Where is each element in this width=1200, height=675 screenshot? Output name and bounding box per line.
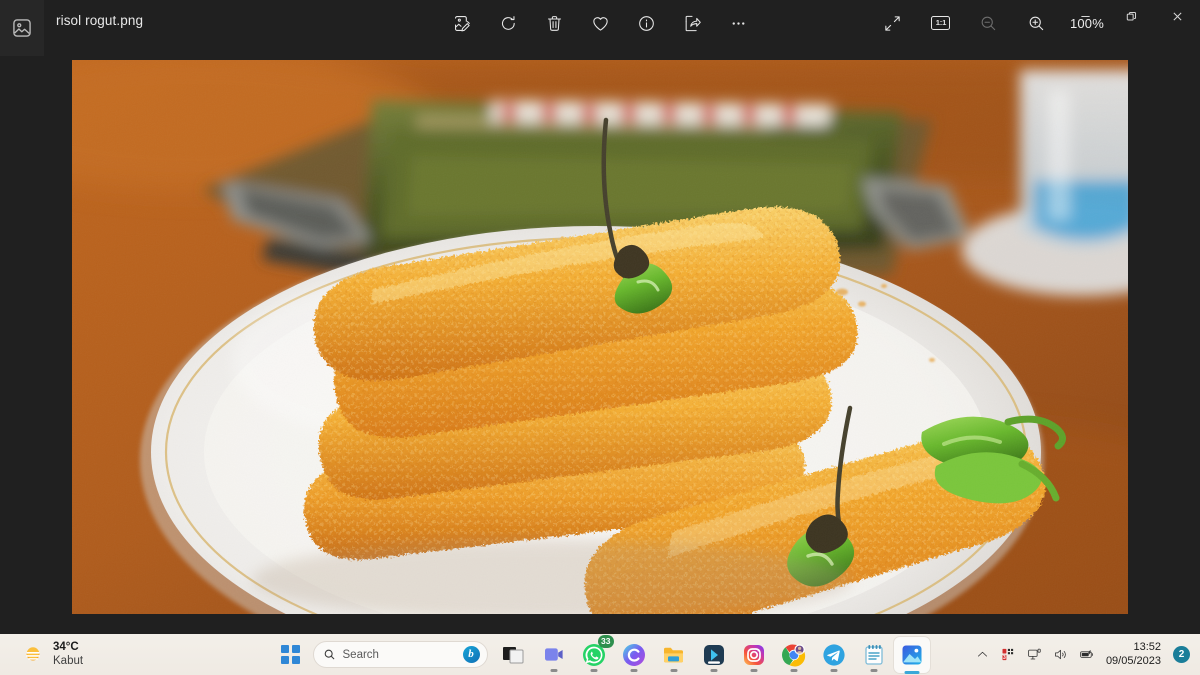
clock-time: 13:52 — [1133, 641, 1161, 654]
file-explorer-icon — [661, 642, 687, 668]
search-input[interactable]: Search b — [312, 641, 488, 668]
battery-tray-icon[interactable] — [1078, 646, 1095, 663]
running-indicator — [550, 669, 557, 672]
microsoft-teams-icon — [541, 642, 567, 668]
minimize-button[interactable] — [1062, 0, 1108, 32]
zoom-in-button[interactable] — [1020, 7, 1054, 39]
taskbar-item-google-chrome[interactable] — [774, 634, 814, 675]
photo-image[interactable] — [72, 60, 1128, 614]
running-indicator — [670, 669, 677, 672]
delete-button[interactable] — [537, 7, 571, 39]
one-to-one-icon: 1:1 — [931, 16, 951, 30]
info-button[interactable] — [629, 7, 663, 39]
taskbar-item-filmora[interactable] — [694, 634, 734, 675]
zoom-out-icon — [982, 16, 996, 30]
taskbar-item-instagram[interactable] — [734, 634, 774, 675]
photos-app-icon — [11, 17, 33, 39]
clock-widget[interactable]: 13:52 09/05/2023 — [1106, 641, 1161, 667]
favorite-button[interactable] — [583, 7, 617, 39]
network-tray-icon[interactable] — [1026, 646, 1043, 663]
share-button[interactable] — [675, 7, 709, 39]
photos-app-window: risol rogut.png 1:1 100% — [0, 0, 1200, 634]
more-options-button[interactable] — [721, 7, 755, 39]
taskbar-item-copilot[interactable] — [614, 634, 654, 675]
windows-logo-icon — [281, 645, 300, 664]
photos-taskbar-icon — [899, 642, 925, 668]
zoom-out-button[interactable] — [972, 7, 1006, 39]
minimize-icon — [1080, 15, 1090, 17]
bing-copilot-icon[interactable]: b — [462, 646, 480, 663]
running-indicator — [750, 669, 757, 672]
telegram-icon — [821, 642, 847, 668]
search-icon — [324, 649, 334, 660]
close-button[interactable] — [1154, 0, 1200, 32]
heart-icon — [592, 16, 608, 31]
system-tray: 3 13:52 09/05/2023 2 — [974, 634, 1194, 675]
instagram-icon — [741, 642, 767, 668]
security-badge-count: 3 — [1003, 655, 1006, 661]
search-placeholder: Search — [342, 648, 379, 661]
info-icon — [638, 15, 654, 31]
taskbar-item-photos[interactable] — [893, 636, 930, 674]
taskbar-item-task-view[interactable] — [494, 634, 534, 675]
google-chrome-icon — [781, 642, 807, 668]
running-indicator — [710, 669, 717, 672]
photo-viewer-canvas[interactable] — [0, 56, 1200, 634]
rotate-button[interactable] — [491, 7, 525, 39]
rotate-icon — [501, 15, 515, 30]
taskbar-item-file-explorer[interactable] — [654, 634, 694, 675]
volume-tray-icon[interactable] — [1052, 646, 1069, 663]
taskbar-item-notepad[interactable] — [854, 634, 894, 675]
risoles-photo — [72, 60, 1128, 614]
active-indicator — [904, 670, 919, 674]
fullscreen-button[interactable] — [876, 7, 910, 39]
taskbar-item-whatsapp[interactable]: 33 — [574, 634, 614, 675]
file-name-label: risol rogut.png — [56, 13, 144, 28]
trash-icon — [547, 15, 561, 31]
task-view-icon — [501, 642, 527, 668]
running-indicator — [830, 669, 837, 672]
title-bar: risol rogut.png 1:1 100% — [0, 0, 1200, 56]
running-indicator — [630, 669, 637, 672]
notification-badge[interactable]: 2 — [1173, 646, 1190, 663]
notepad-icon — [861, 642, 887, 668]
app-icon-rail[interactable] — [0, 0, 44, 56]
taskbar-item-telegram[interactable] — [814, 634, 854, 675]
filmora-icon — [701, 642, 727, 668]
chevron-up-icon — [977, 651, 987, 657]
start-button[interactable] — [271, 634, 311, 675]
security-tray-icon[interactable]: 3 — [1000, 646, 1017, 663]
window-controls — [1062, 0, 1200, 32]
running-indicator — [870, 669, 877, 672]
zoom-in-icon — [1030, 16, 1044, 30]
restore-button[interactable] — [1108, 0, 1154, 32]
actual-size-button[interactable]: 1:1 — [924, 7, 958, 39]
taskbar: 34°C Kabut Search b 33 3 13:52 09/05/202… — [0, 634, 1200, 675]
running-indicator — [790, 669, 797, 672]
taskbar-item-microsoft-teams[interactable] — [534, 634, 574, 675]
clock-date: 09/05/2023 — [1105, 654, 1161, 667]
ellipsis-icon — [732, 21, 744, 25]
running-indicator — [590, 669, 597, 672]
whatsapp-badge: 33 — [598, 635, 614, 648]
copilot-icon — [621, 642, 647, 668]
close-icon — [1172, 11, 1182, 21]
edit-image-button[interactable] — [445, 7, 479, 39]
share-icon — [685, 15, 701, 31]
show-hidden-icons-button[interactable] — [974, 646, 991, 663]
edit-image-icon — [454, 15, 470, 31]
screen: risol rogut.png 1:1 100% 34°C Kabut Sear… — [0, 0, 1200, 675]
restore-icon — [1126, 11, 1136, 20]
fullscreen-icon — [885, 15, 901, 31]
